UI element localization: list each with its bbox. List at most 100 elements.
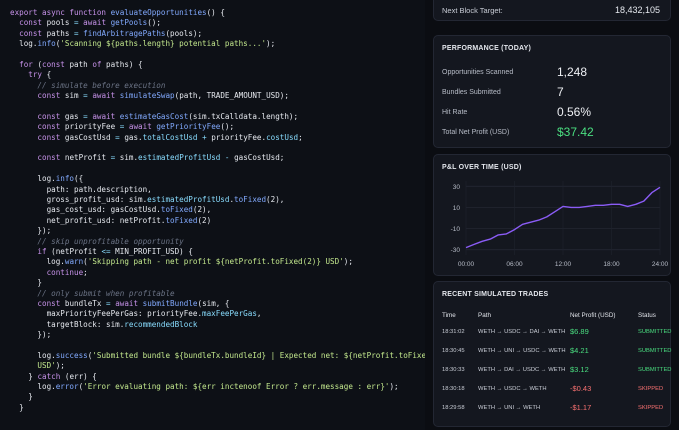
code-token: // only submit when profitable [10, 288, 175, 298]
header-time: Time [442, 312, 456, 319]
code-line: gross_profit_usd: sim.estimatedProfitUsd… [10, 195, 425, 205]
code-token: totalCostUsd [142, 132, 203, 142]
code-token: const [10, 111, 65, 121]
code-token: (pools); [165, 28, 203, 38]
code-token: const [10, 298, 65, 308]
dashboard-panel: Next Block Target: 18,432,105 PERFORMANC… [425, 0, 679, 430]
trade-status: SUBMITTED [638, 367, 672, 373]
code-token: MIN_PROFIT_USD) { [115, 246, 193, 256]
code-token: recommendedBlock [124, 319, 198, 329]
code-token: // skip unprofitable opportunity [10, 236, 184, 246]
code-line: const priorityFee = await getPriorityFee… [10, 122, 425, 132]
code-line: // only submit when profitable [10, 289, 425, 299]
code-token: simulateSwap [119, 91, 175, 101]
code-token: = [110, 153, 120, 163]
code-token: priorityFee [64, 122, 120, 132]
code-token: pools [46, 18, 75, 28]
code-token: log. [10, 382, 56, 392]
trade-time: 18:29:58 [442, 405, 465, 411]
code-line: const gas = await estimateGasCost(sim.tx… [10, 112, 425, 122]
code-token: for [10, 59, 38, 69]
trade-path: WETH → USDC → WETH [478, 386, 547, 392]
code-token: = [106, 298, 116, 308]
code-token: , [256, 309, 262, 319]
code-token: gas. [124, 132, 143, 142]
code-token: await [115, 298, 143, 308]
code-token: path [69, 59, 93, 69]
code-token: paths) { [106, 59, 143, 69]
table-row[interactable]: 18:30:45 WETH → UNI → USDC → WETH $4.21 SUB… [442, 345, 672, 361]
performance-label: Total Net Profit (USD) [442, 129, 510, 136]
code-token: info [37, 39, 56, 49]
code-line: const netProfit = sim.estimatedProfitUsd… [10, 153, 425, 163]
code-token: (2) [197, 215, 212, 225]
code-line: continue; [10, 268, 425, 278]
table-row[interactable]: 18:29:58 WETH → UNI → WETH -$1.17 SKIPPED [442, 402, 666, 418]
next-block-label: Next Block Target: [442, 6, 503, 15]
code-token: estimatedProfitUsd [147, 195, 230, 205]
code-token: try [10, 70, 47, 80]
code-token: { [46, 70, 52, 80]
code-token: = [83, 111, 93, 121]
next-block-value: 18,432,105 [614, 5, 660, 15]
trades-card: RECENT SIMULATED TRADES Time Path Net Pr… [433, 281, 672, 427]
trade-path: WETH → UNI → USDC → WETH [478, 348, 566, 354]
code-line: }); [10, 226, 425, 236]
code-token: const [42, 59, 70, 69]
code-line: export async function evaluateOpportunit… [10, 8, 425, 18]
code-token: await [128, 122, 157, 132]
code-token: success [55, 350, 88, 360]
performance-row: Hit Rate 0.56% [442, 104, 664, 124]
code-token: paths [46, 28, 75, 38]
trade-status: SKIPPED [638, 405, 664, 411]
code-line: const gasCostUsd = gas.totalCostUsd + pr… [10, 133, 425, 143]
code-token: ); [55, 361, 65, 371]
table-row[interactable]: 18:30:18 WETH → USDC → WETH -$0.43 SKIPPED [442, 383, 666, 399]
trade-time: 18:30:18 [442, 386, 465, 392]
code-token: of [92, 59, 107, 69]
code-line: const paths = findArbitragePaths(pools); [10, 29, 425, 39]
header-path: Path [478, 312, 491, 319]
code-line: const sim = await simulateSwap(path, TRA… [10, 91, 425, 101]
y-tick-label: 10 [453, 205, 461, 212]
table-row[interactable]: 18:30:33 WETH → DAI → USDC → WETH $3.12 SUB… [442, 364, 672, 380]
code-token: net_profit_usd: netProfit. [10, 215, 166, 225]
code-token: costUsd [266, 132, 299, 142]
code-line: try { [10, 70, 425, 80]
code-line: log.error('Error evaluating path: ${err … [10, 382, 425, 392]
performance-label: Hit Rate [442, 109, 468, 116]
code-token: = [119, 122, 129, 132]
code-token: const [10, 153, 65, 163]
code-token: await [92, 111, 120, 121]
table-row[interactable]: 18:31:02 WETH → USDC → DAI → WETH $6.89 SUB… [442, 326, 672, 342]
code-token: path: path.description, [10, 184, 152, 194]
code-token: sim. [119, 153, 139, 163]
code-line: path: path.description, [10, 185, 425, 195]
code-token: // simulate before execution [10, 80, 166, 90]
x-tick-label: 00:00 [458, 261, 475, 268]
code-token: }); [10, 226, 52, 236]
code-token: estimatedProfitUsd [138, 153, 225, 163]
code-token: gasCostUsd; [234, 153, 285, 163]
code-editor[interactable]: export async function evaluateOpportunit… [0, 0, 425, 430]
code-token: USD' [10, 361, 56, 371]
performance-value: $37.42 [557, 125, 594, 139]
x-tick-label: 24:00 [652, 261, 669, 268]
code-token: ; [298, 132, 303, 142]
x-tick-label: 06:00 [506, 261, 523, 268]
code-token: ; [83, 267, 88, 277]
code-token: toFixed [234, 195, 267, 205]
code-line: gas_cost_usd: gasCostUsd.toFixed(2), [10, 205, 425, 215]
code-token: const [10, 28, 47, 38]
code-token: const [10, 132, 65, 142]
code-token: - [224, 153, 235, 163]
code-token: }); [10, 330, 52, 340]
code-token: (err) { [64, 371, 97, 381]
code-token: getPools [110, 18, 148, 28]
trade-net-profit: $3.12 [570, 365, 589, 374]
code-token: (2), [266, 195, 285, 205]
code-line: const bundleTx = await submitBundle(sim,… [10, 299, 425, 309]
code-token: sim [64, 91, 84, 101]
code-token: bundleTx [64, 298, 107, 308]
